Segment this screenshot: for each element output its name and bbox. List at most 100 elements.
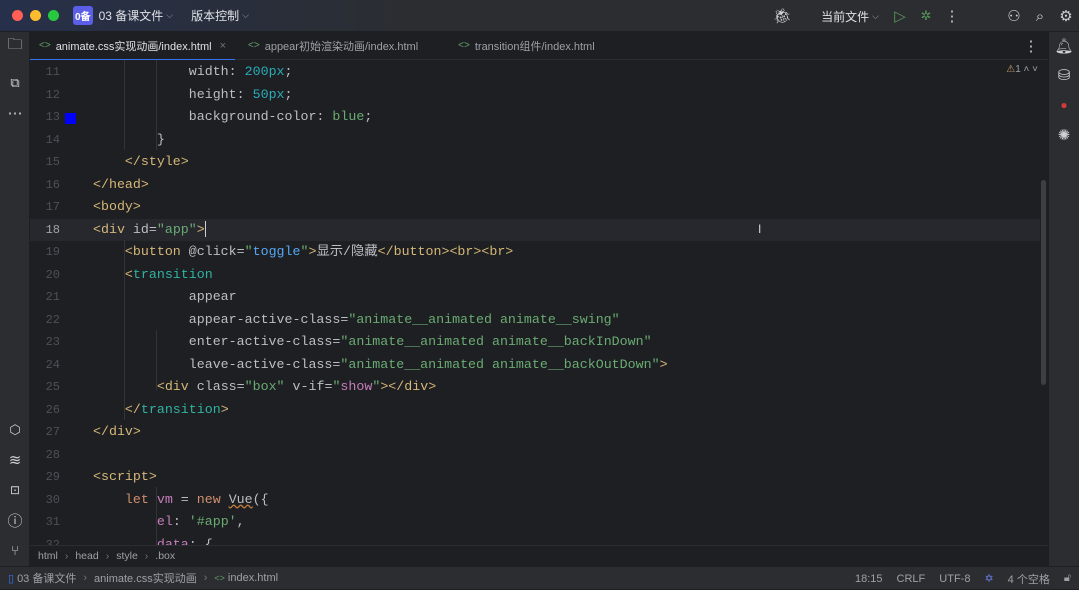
services-icon[interactable]: ⬡ <box>2 417 28 443</box>
status-path-item[interactable]: index.html <box>228 572 278 584</box>
code-line[interactable]: 16 </head> <box>30 174 1040 197</box>
tab-animate-css[interactable]: <> animate.css实现动画/index.html × <box>30 32 236 61</box>
code-token: 50px <box>252 86 285 102</box>
line-number: 13 <box>45 110 60 124</box>
ai-assistant-icon[interactable]: ✺ <box>1051 122 1077 148</box>
code-text: height: 50px; <box>93 84 293 107</box>
plugin-icon[interactable]: ● <box>1051 92 1077 118</box>
code-line[interactable]: 32 data: { <box>30 534 1040 546</box>
debug-icon[interactable]: ✲ <box>913 3 939 29</box>
close-window-button[interactable] <box>12 10 23 21</box>
code-token: > <box>220 401 229 417</box>
code-line[interactable]: 19 <button @click="toggle">显示/隐藏</button… <box>30 241 1040 264</box>
problems-icon[interactable]: ⓘ <box>2 507 28 533</box>
structure-icon[interactable]: ⧉ <box>2 70 28 96</box>
debug-bug-icon[interactable]: 🐞︎ <box>769 3 795 29</box>
code-line[interactable]: 11 width: 200px; <box>30 61 1040 84</box>
code-line[interactable]: 26 </transition> <box>30 399 1040 422</box>
code-line[interactable]: 24 leave-active-class="animate__animated… <box>30 354 1040 377</box>
code-text: el: '#app', <box>93 511 245 534</box>
git-branch-icon[interactable]: ⑂ <box>2 537 28 563</box>
code-token: ; <box>284 64 293 79</box>
database-icon[interactable]: ⛁ <box>1051 62 1077 88</box>
code-token: blue <box>332 109 365 124</box>
layers-icon[interactable]: ≋ <box>2 447 28 473</box>
code-token: appear <box>93 289 237 304</box>
code-line[interactable]: 29 <script> <box>30 466 1040 489</box>
code-token: show <box>340 379 373 394</box>
code-token: <body> <box>93 199 141 214</box>
project-selector[interactable]: 03 备课文件 <box>99 7 164 24</box>
code-line[interactable]: 22 appear-active-class="animate__animate… <box>30 309 1040 332</box>
breadcrumb-item[interactable]: head <box>75 550 98 562</box>
lock-icon[interactable]: 🔓︎ <box>1064 572 1071 585</box>
code-line[interactable]: 17 <body> <box>30 196 1040 219</box>
code-text: </div> <box>93 421 141 444</box>
file-encoding[interactable]: UTF-8 <box>939 573 970 585</box>
code-line[interactable]: 12 height: 50px; <box>30 84 1040 107</box>
code-line[interactable]: 13 background-color: blue; <box>30 106 1040 129</box>
tab-options-icon[interactable]: ⋮ <box>1018 33 1044 59</box>
more-tools-icon[interactable]: ⋯ <box>2 100 28 126</box>
code-line[interactable]: 31 el: '#app', <box>30 511 1040 534</box>
project-folder-icon[interactable]: 🗀︎ <box>2 33 28 59</box>
code-token: } <box>93 131 165 147</box>
left-tool-strip: 🗀︎ ⧉ ⋯ ⬡ ≋ ⊡ ⓘ ⑂ <box>0 32 30 566</box>
inspection-widget[interactable]: ⚠1 ˄ ˅ <box>1006 64 1038 75</box>
html-file-icon: <> <box>214 573 225 583</box>
code-token: </ <box>124 401 141 417</box>
code-line[interactable]: 25 <div class="box" v-if="show"></div> <box>30 376 1040 399</box>
tab-transition[interactable]: <> transition组件/index.html <box>449 32 604 60</box>
vertical-scrollbar[interactable] <box>1041 180 1046 385</box>
code-line[interactable]: 23 enter-active-class="animate__animated… <box>30 331 1040 354</box>
color-swatch-blue[interactable] <box>65 113 76 124</box>
prev-issue-icon[interactable]: ˄ <box>1024 64 1030 75</box>
minimize-window-button[interactable] <box>30 10 41 21</box>
line-separator[interactable]: CRLF <box>897 573 926 585</box>
breadcrumb-item[interactable]: style <box>116 550 138 562</box>
search-icon[interactable]: ⌕ <box>1027 3 1053 29</box>
code-line[interactable]: 21 appear <box>30 286 1040 309</box>
run-icon[interactable]: ▷ <box>887 3 913 29</box>
breadcrumb-item[interactable]: html <box>38 550 58 562</box>
code-token: class= <box>196 379 245 394</box>
code-line[interactable]: 18 <div id="app"> <box>30 218 1040 241</box>
project-badge: 0备 <box>73 6 93 25</box>
line-number: 12 <box>45 87 60 102</box>
caret-position[interactable]: 18:15 <box>855 573 883 585</box>
code-text: data: { <box>93 534 213 546</box>
code-line[interactable]: 20 <transition <box>30 264 1040 287</box>
indent-setting[interactable]: 4 个空格 <box>1008 571 1050 587</box>
indent-guide <box>156 60 157 150</box>
code-token: </head> <box>93 176 149 192</box>
code-line[interactable]: 27 </div> <box>30 421 1040 444</box>
status-path-item[interactable]: 03 备课文件 <box>17 570 76 586</box>
code-text: appear <box>93 286 237 309</box>
code-line[interactable]: 14 } <box>30 129 1040 152</box>
code-line[interactable]: 28 <box>30 444 1040 467</box>
settings-gear-icon[interactable]: ⚙ <box>1053 3 1079 29</box>
code-token: <script> <box>93 469 157 484</box>
terminal-icon[interactable]: ⊡ <box>2 477 28 503</box>
status-path-item[interactable]: animate.css实现动画 <box>94 570 197 586</box>
code-token: <div <box>156 379 197 394</box>
code-line[interactable]: 30 let vm = new Vue({ <box>30 489 1040 512</box>
vcs-menu[interactable]: 版本控制 <box>191 7 239 24</box>
run-config-selector[interactable]: 当前文件 <box>821 8 869 25</box>
tab-appear[interactable]: <> appear初始渲染动画/index.html <box>239 32 427 60</box>
breadcrumb-item[interactable]: .box <box>155 550 175 562</box>
code-editor[interactable]: 11 width: 200px; 12 height: 50px; 13 backg… <box>30 60 1048 545</box>
vue-icon[interactable]: ✡ <box>984 572 993 585</box>
maximize-window-button[interactable] <box>48 10 59 21</box>
add-user-icon[interactable]: ⚇ <box>1001 3 1027 29</box>
line-number: 11 <box>45 65 60 79</box>
notifications-bell-icon[interactable]: 🔔︎ <box>1051 33 1077 59</box>
code-text: <div class="box" v-if="show"></div> <box>93 376 436 399</box>
more-options-icon[interactable]: ⋮ <box>939 3 965 29</box>
code-token: v-if= <box>284 379 333 394</box>
close-tab-icon[interactable]: × <box>220 40 226 52</box>
code-line[interactable]: 15 </style> <box>30 151 1040 174</box>
next-issue-icon[interactable]: ˅ <box>1032 64 1038 75</box>
line-number: 21 <box>45 290 60 304</box>
